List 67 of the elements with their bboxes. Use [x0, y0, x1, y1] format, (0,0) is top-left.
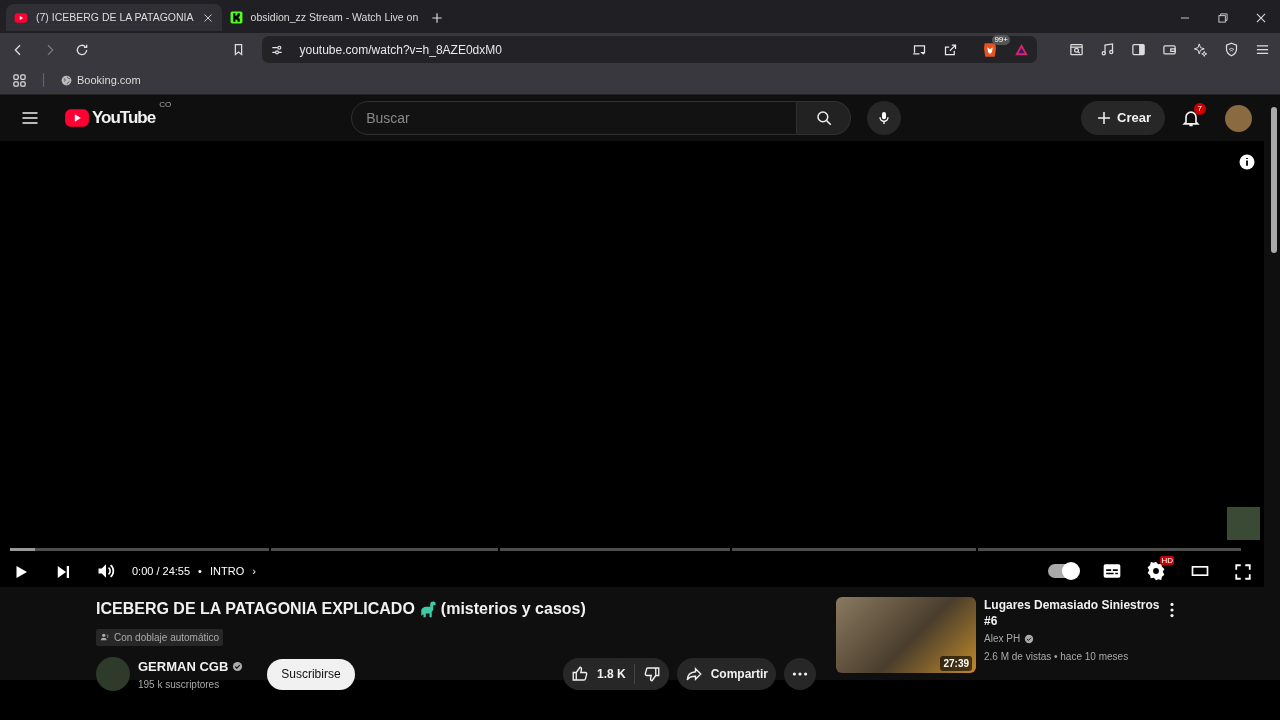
tab-title: obsidion_zz Stream - Watch Live on	[250, 9, 419, 25]
screenshot-icon[interactable]	[1069, 42, 1084, 57]
notifications-icon[interactable]	[1181, 108, 1201, 128]
thumbs-up-icon	[570, 665, 589, 684]
chevron: ›	[252, 564, 256, 579]
tab-title: (7) ICEBERG DE LA PATAGONIA	[36, 9, 194, 25]
video-meta: 2.6 M de vistas • hace 10 meses	[984, 650, 1130, 664]
url-text: youtube.com/watch?v=h_8AZE0dxM0	[299, 41, 502, 59]
subscriber-count: 195 k suscriptores	[138, 677, 221, 692]
separator-dot: •	[198, 564, 202, 579]
fullscreen-icon	[1234, 563, 1252, 581]
cast-icon[interactable]	[912, 42, 927, 57]
settings-button[interactable]	[1146, 561, 1166, 581]
browser-tab[interactable]: (7) ICEBERG DE LA PATAGONIA	[6, 4, 222, 31]
search-field[interactable]: Buscar	[351, 101, 798, 135]
address-bar[interactable]: youtube.com/watch?v=h_8AZE0dxM0 99+	[261, 36, 1037, 63]
more-icon	[792, 672, 808, 677]
search-icon	[814, 109, 833, 127]
share-icon[interactable]	[943, 42, 958, 57]
recommended-title[interactable]: Lugares Demasiado Siniestros #6	[984, 597, 1162, 629]
progress-bar[interactable]	[10, 548, 1241, 551]
video-thumbnail[interactable]: 27:39	[836, 597, 976, 673]
search-button[interactable]	[797, 101, 852, 135]
triangle-icon[interactable]	[1014, 42, 1029, 57]
restore-icon[interactable]	[1216, 10, 1230, 25]
bookmark-link[interactable]: Booking.com	[60, 71, 141, 89]
person-icon	[100, 632, 110, 642]
lion-shield-icon[interactable]	[982, 41, 998, 58]
wallet-icon[interactable]	[1162, 42, 1177, 57]
shield-icon[interactable]	[1224, 42, 1239, 57]
chapter-link[interactable]: INTRO	[209, 561, 245, 581]
thumbs-down-icon	[642, 665, 661, 684]
autoplay-toggle[interactable]	[1048, 564, 1078, 578]
count-badge: 99+	[992, 34, 1010, 45]
voice-search-button[interactable]	[867, 101, 902, 135]
music-icon[interactable]	[1100, 42, 1115, 57]
k-logo-icon	[229, 11, 243, 24]
avatar[interactable]	[1225, 104, 1252, 132]
create-button[interactable]: Crear	[1081, 101, 1165, 135]
new-tab-icon[interactable]	[430, 10, 445, 25]
sidebar-icon[interactable]	[1131, 42, 1146, 57]
more-icon[interactable]	[1170, 601, 1174, 618]
video-title: (misterios y casos)	[440, 599, 586, 619]
menu-icon[interactable]	[1255, 42, 1270, 57]
close-icon[interactable]	[201, 11, 214, 24]
quality-badge: HD	[1160, 556, 1174, 565]
info-icon[interactable]	[1238, 152, 1256, 171]
subscribe-button[interactable]: Suscribirse	[267, 658, 355, 690]
more-button[interactable]	[784, 658, 816, 691]
subtitles-icon	[1102, 561, 1122, 581]
dinosaur-icon	[418, 600, 437, 618]
apps-icon[interactable]	[12, 72, 27, 88]
globe-icon	[60, 73, 73, 87]
settings-icon	[1146, 561, 1166, 581]
browser-tab[interactable]: obsidion_zz Stream - Watch Live on	[221, 4, 427, 31]
play-logo-icon	[14, 10, 28, 25]
notification-count: 7	[1193, 103, 1206, 115]
sparkle-icon[interactable]	[1193, 42, 1208, 57]
channel-name[interactable]: GERMAN CGB	[138, 657, 229, 677]
fullscreen-button[interactable]	[1234, 562, 1252, 581]
share-button[interactable]: Compartir	[676, 658, 776, 691]
video-title: ICEBERG DE LA PATAGONIA EXPLICADO	[96, 599, 415, 619]
time-display: 0:00 / 24:55	[132, 564, 191, 579]
video-duration: 27:39	[940, 656, 972, 671]
subtitles-button[interactable]	[1102, 561, 1122, 581]
channel-name: Alex PH	[984, 632, 1021, 646]
dub-label: Con doblaje automático	[96, 628, 224, 646]
